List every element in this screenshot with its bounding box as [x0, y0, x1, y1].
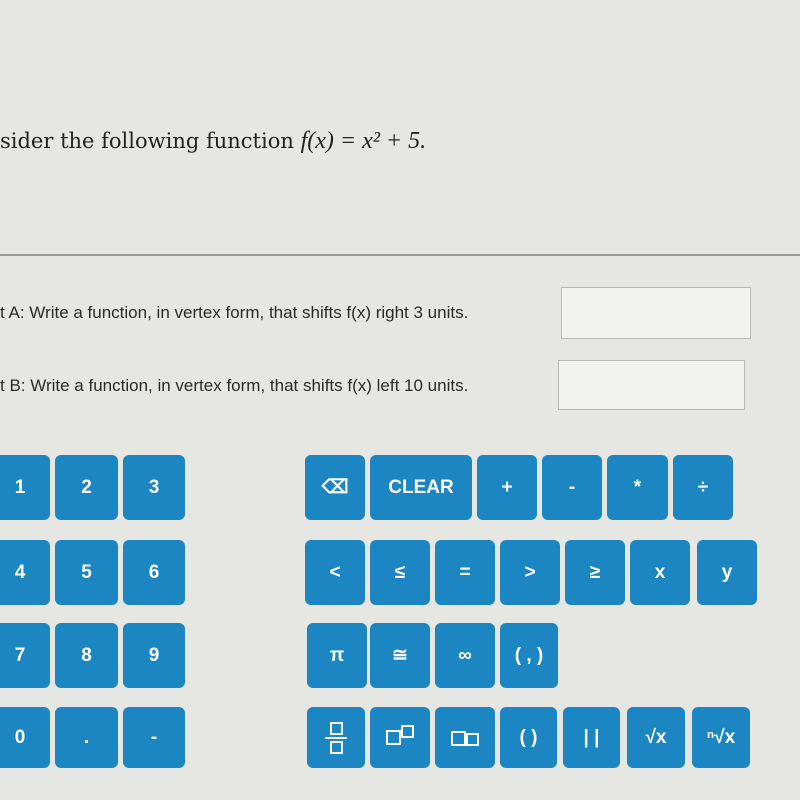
key-9[interactable]: 9 — [123, 623, 185, 688]
infinity-key[interactable]: ∞ — [435, 623, 495, 688]
fraction-icon — [325, 721, 347, 754]
minus-key[interactable]: - — [542, 455, 602, 520]
key-2[interactable]: 2 — [55, 455, 118, 520]
key-5[interactable]: 5 — [55, 540, 118, 605]
plus-key[interactable]: + — [477, 455, 537, 520]
nth-root-key[interactable]: ⁿ√x — [692, 707, 750, 768]
key-decimal[interactable]: . — [55, 707, 118, 768]
ordered-pair-key[interactable]: ( , ) — [500, 623, 558, 688]
subscript-icon — [451, 730, 479, 746]
fraction-key[interactable] — [307, 707, 365, 768]
key-negative[interactable]: - — [123, 707, 185, 768]
backspace-key[interactable]: ⌫ — [305, 455, 365, 520]
part-a-label: t A: Write a function, in vertex form, t… — [0, 303, 469, 322]
key-7[interactable]: 7 — [0, 623, 50, 688]
superscript-key[interactable] — [370, 707, 430, 768]
pi-key[interactable]: π — [307, 623, 367, 688]
question-text: sider the following function f(x) = x² +… — [0, 128, 427, 154]
congruent-key[interactable]: ≅ — [370, 623, 430, 688]
part-b-input[interactable] — [558, 360, 745, 410]
multiply-key[interactable]: * — [607, 455, 668, 520]
sqrt-key[interactable]: √x — [627, 707, 685, 768]
key-0[interactable]: 0 — [0, 707, 50, 768]
key-1[interactable]: 1 — [0, 455, 50, 520]
absolute-value-key[interactable]: | | — [563, 707, 620, 768]
key-3[interactable]: 3 — [123, 455, 185, 520]
key-8[interactable]: 8 — [55, 623, 118, 688]
part-b-label: t B: Write a function, in vertex form, t… — [0, 376, 469, 395]
superscript-icon — [386, 725, 414, 745]
clear-key[interactable]: CLEAR — [370, 455, 472, 520]
x-key[interactable]: x — [630, 540, 690, 605]
greater-equal-key[interactable]: ≥ — [565, 540, 625, 605]
divide-key[interactable]: ÷ — [673, 455, 733, 520]
subscript-key[interactable] — [435, 707, 495, 768]
less-equal-key[interactable]: ≤ — [370, 540, 430, 605]
parentheses-key[interactable]: ( ) — [500, 707, 557, 768]
part-a-input[interactable] — [561, 287, 751, 339]
key-6[interactable]: 6 — [123, 540, 185, 605]
equals-key[interactable]: = — [435, 540, 495, 605]
divider — [0, 254, 800, 256]
less-than-key[interactable]: < — [305, 540, 365, 605]
greater-than-key[interactable]: > — [500, 540, 560, 605]
y-key[interactable]: y — [697, 540, 757, 605]
key-4[interactable]: 4 — [0, 540, 50, 605]
